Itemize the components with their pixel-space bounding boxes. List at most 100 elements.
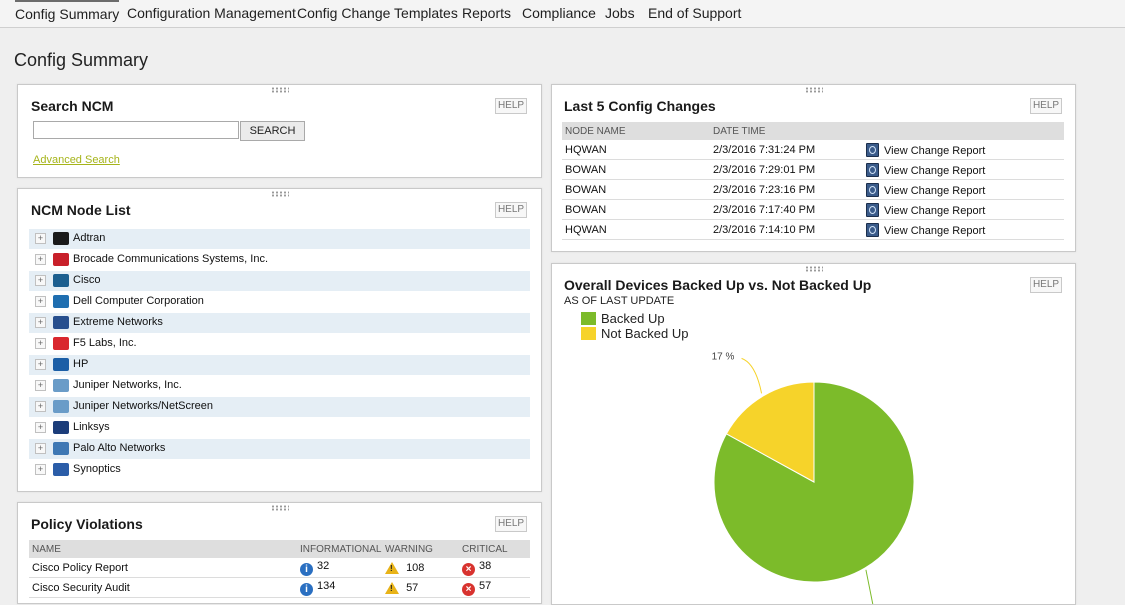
column-header-name[interactable]: NAME <box>29 540 297 558</box>
slice-label-not-backed-up: 17 % <box>712 351 735 362</box>
page-title: Config Summary <box>14 50 149 70</box>
backup-status-panel: Overall Devices Backed Up vs. Not Backed… <box>551 263 1076 605</box>
drag-handle-icon[interactable] <box>804 87 823 93</box>
brocade-logo-icon <box>53 253 69 266</box>
view-change-report-link[interactable]: View Change Report <box>884 205 985 217</box>
drag-handle-icon[interactable] <box>270 87 289 93</box>
tree-node-label[interactable]: Linksys <box>73 421 110 433</box>
tree-node-item[interactable]: + Brocade Communications Systems, Inc. <box>29 250 530 270</box>
column-header-critical[interactable]: CRITICAL <box>459 540 530 558</box>
expand-icon[interactable]: + <box>35 380 46 391</box>
column-header-informational[interactable]: INFORMATIONAL <box>297 540 382 558</box>
tree-node-item[interactable]: + Dell Computer Corporation <box>29 292 530 312</box>
expand-icon[interactable]: + <box>35 464 46 475</box>
tree-node-item[interactable]: + Linksys <box>29 418 530 438</box>
node-list-panel: NCM Node List HELP + Adtran + Brocade Commu… <box>17 188 542 492</box>
node-name-link[interactable]: BOWAN <box>562 159 710 180</box>
expand-icon[interactable]: + <box>35 443 46 454</box>
f5-logo-icon <box>53 337 69 350</box>
column-header-node-name[interactable]: NODE NAME <box>562 122 710 140</box>
critical-count: 38 <box>479 559 492 572</box>
expand-icon[interactable]: + <box>35 401 46 412</box>
tree-node-item[interactable]: + HP <box>29 355 530 375</box>
search-button[interactable]: SEARCH <box>240 121 305 141</box>
expand-icon[interactable]: + <box>35 275 46 286</box>
expand-icon[interactable]: + <box>35 233 46 244</box>
panel-title: Search NCM <box>31 98 114 114</box>
drag-handle-icon[interactable] <box>270 505 289 511</box>
tab-compliance[interactable]: Compliance <box>522 0 596 26</box>
view-change-report-link[interactable]: View Change Report <box>884 165 985 177</box>
tree-node-label[interactable]: Extreme Networks <box>73 316 163 328</box>
date-time-cell: 2/3/2016 7:17:40 PM <box>710 199 863 220</box>
expand-icon[interactable]: + <box>35 338 46 349</box>
table-row: Cisco Policy Report i 32 ! 108 × 38 <box>29 558 530 578</box>
tree-node-label[interactable]: Cisco <box>73 274 101 286</box>
expand-icon[interactable]: + <box>35 317 46 328</box>
report-search-icon[interactable] <box>866 182 879 197</box>
tree-node-label[interactable]: Palo Alto Networks <box>73 442 165 454</box>
node-name-link[interactable]: BOWAN <box>562 199 710 220</box>
drag-handle-icon[interactable] <box>270 191 289 197</box>
tree-node-item[interactable]: + Juniper Networks/NetScreen <box>29 397 530 417</box>
view-change-report-link[interactable]: View Change Report <box>884 225 985 237</box>
expand-icon[interactable]: + <box>35 359 46 370</box>
tree-node-label[interactable]: Synoptics <box>73 463 121 475</box>
node-name-link[interactable]: HQWAN <box>562 140 710 160</box>
informational-cell[interactable]: i 134 <box>297 577 382 598</box>
help-button[interactable]: HELP <box>495 98 527 114</box>
tree-node-label[interactable]: Adtran <box>73 232 105 244</box>
view-change-report-link[interactable]: View Change Report <box>884 145 985 157</box>
juniper-logo-icon <box>53 379 69 392</box>
tree-node-item[interactable]: + Adtran <box>29 229 530 249</box>
warning-count: 57 <box>406 581 419 594</box>
column-header-warning[interactable]: WARNING <box>382 540 459 558</box>
critical-cell[interactable]: × 57 <box>459 577 530 598</box>
tab-config-change-templates[interactable]: Config Change Templates <box>297 0 458 26</box>
report-search-icon[interactable] <box>866 162 879 177</box>
help-button[interactable]: HELP <box>1030 98 1062 114</box>
report-search-icon[interactable] <box>866 222 879 237</box>
policy-name-link[interactable]: Cisco Security Audit <box>29 577 297 598</box>
node-name-link[interactable]: HQWAN <box>562 219 710 240</box>
tab-jobs[interactable]: Jobs <box>605 0 635 26</box>
critical-cell[interactable]: × 38 <box>459 558 530 578</box>
view-change-report-link[interactable]: View Change Report <box>884 185 985 197</box>
tree-node-item[interactable]: + Palo Alto Networks <box>29 439 530 459</box>
expand-icon[interactable]: + <box>35 296 46 307</box>
tree-node-label[interactable]: Brocade Communications Systems, Inc. <box>73 253 268 265</box>
tab-config-summary[interactable]: Config Summary <box>15 0 120 28</box>
help-button[interactable]: HELP <box>495 516 527 532</box>
help-button[interactable]: HELP <box>495 202 527 218</box>
report-search-icon[interactable] <box>866 142 879 157</box>
expand-icon[interactable]: + <box>35 422 46 433</box>
slice-label-leader-line <box>865 569 874 604</box>
table-row: BOWAN 2/3/2016 7:29:01 PM View Change Repo… <box>562 159 1064 180</box>
node-name-link[interactable]: BOWAN <box>562 179 710 200</box>
tree-node-label[interactable]: F5 Labs, Inc. <box>73 337 137 349</box>
tab-configuration-management[interactable]: Configuration Management <box>127 0 296 26</box>
policy-name-link[interactable]: Cisco Policy Report <box>29 558 297 578</box>
warning-cell[interactable]: ! 108 <box>382 558 459 578</box>
table-row: HQWAN 2/3/2016 7:31:24 PM View Change Repo… <box>562 140 1064 160</box>
tree-node-item[interactable]: + F5 Labs, Inc. <box>29 334 530 354</box>
tree-node-label[interactable]: Dell Computer Corporation <box>73 295 204 307</box>
tree-node-label[interactable]: Juniper Networks/NetScreen <box>73 400 213 412</box>
search-input[interactable] <box>33 121 239 139</box>
tree-node-item[interactable]: + Juniper Networks, Inc. <box>29 376 530 396</box>
column-header-date-time[interactable]: DATE TIME <box>710 122 863 140</box>
table-row: Cisco Security Audit i 134 ! 57 × 57 <box>29 577 530 598</box>
informational-cell[interactable]: i 32 <box>297 558 382 578</box>
tree-node-item[interactable]: + Extreme Networks <box>29 313 530 333</box>
tab-reports[interactable]: Reports <box>462 0 511 26</box>
tree-node-item[interactable]: + Synoptics <box>29 460 530 480</box>
tree-node-label[interactable]: Juniper Networks, Inc. <box>73 379 182 391</box>
last-config-changes-panel: Last 5 Config Changes HELP NODE NAME DAT… <box>551 84 1076 252</box>
tree-node-label[interactable]: HP <box>73 358 88 370</box>
advanced-search-link[interactable]: Advanced Search <box>33 154 120 166</box>
expand-icon[interactable]: + <box>35 254 46 265</box>
warning-cell[interactable]: ! 57 <box>382 577 459 598</box>
tree-node-item[interactable]: + Cisco <box>29 271 530 291</box>
report-search-icon[interactable] <box>866 202 879 217</box>
tab-end-of-support[interactable]: End of Support <box>648 0 741 26</box>
